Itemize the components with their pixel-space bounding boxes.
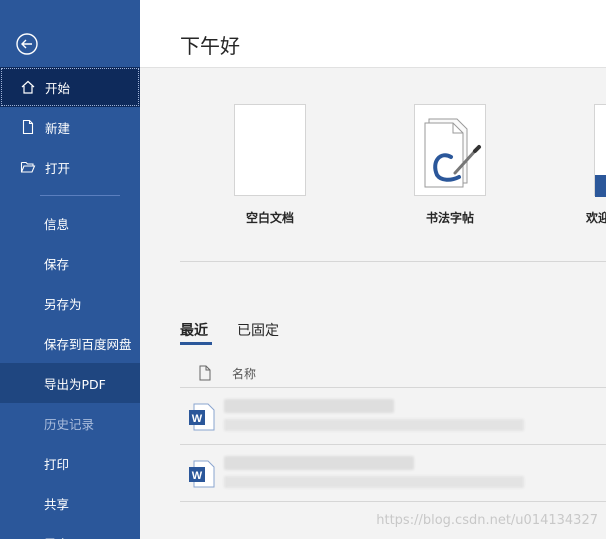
nav-home[interactable]: 开始 bbox=[0, 67, 140, 107]
tab-underline bbox=[180, 342, 212, 345]
backstage-main: 下午好 空白文档 书法字帖 欢迎 最近 已固定 名称 W W bbox=[140, 0, 606, 539]
nav-new[interactable]: 新建 bbox=[0, 107, 140, 147]
nav-print[interactable]: 打印 bbox=[0, 443, 140, 483]
template-label: 欢迎 bbox=[586, 211, 606, 225]
nav-save-to-baidu[interactable]: 保存到百度网盘 bbox=[0, 323, 140, 363]
nav-share[interactable]: 共享 bbox=[0, 483, 140, 523]
nav-save-as-label: 另存为 bbox=[44, 296, 82, 312]
back-icon[interactable] bbox=[15, 32, 39, 56]
tab-pinned[interactable]: 已固定 bbox=[237, 320, 279, 340]
template-label: 空白文档 bbox=[245, 211, 294, 225]
home-icon bbox=[19, 78, 37, 96]
nav-info-label: 信息 bbox=[44, 216, 70, 232]
template-calligraphy[interactable]: 书法字帖 bbox=[414, 104, 486, 226]
nav-open-label: 打开 bbox=[45, 160, 71, 176]
calligraphy-thumbnail bbox=[414, 104, 486, 196]
template-welcome[interactable]: 欢迎 bbox=[586, 104, 606, 226]
file-type-icon bbox=[198, 365, 212, 385]
nav-history: 历史记录 bbox=[0, 403, 140, 443]
blurred-file-name bbox=[224, 399, 394, 413]
column-name-header[interactable]: 名称 bbox=[232, 365, 256, 382]
file-row[interactable]: W bbox=[180, 446, 606, 502]
nav-new-label: 新建 bbox=[45, 120, 71, 136]
blurred-file-path bbox=[224, 476, 524, 488]
svg-text:W: W bbox=[192, 413, 203, 425]
welcome-thumb-band bbox=[595, 175, 606, 197]
nav-save[interactable]: 保存 bbox=[0, 243, 140, 283]
watermark-text: https://blog.csdn.net/u014134327 bbox=[376, 513, 598, 528]
section-divider bbox=[180, 261, 606, 262]
file-row[interactable]: W bbox=[180, 389, 606, 445]
template-label: 书法字帖 bbox=[425, 211, 474, 225]
nav-export-pdf-label: 导出为PDF bbox=[44, 376, 106, 392]
svg-text:W: W bbox=[192, 470, 203, 482]
open-folder-icon bbox=[19, 158, 37, 176]
template-thumbnail bbox=[234, 104, 306, 196]
word-document-icon: W bbox=[188, 459, 216, 493]
header: 下午好 bbox=[140, 0, 606, 68]
nav-export[interactable]: 导出 bbox=[0, 523, 140, 539]
nav-share-label: 共享 bbox=[44, 496, 70, 512]
nav-save-label: 保存 bbox=[44, 256, 70, 272]
new-document-icon bbox=[19, 118, 37, 136]
nav-export-label: 导出 bbox=[44, 534, 69, 539]
calligraphy-icon bbox=[424, 118, 481, 188]
nav-home-label: 开始 bbox=[45, 80, 71, 96]
nav-history-label: 历史记录 bbox=[44, 416, 95, 432]
nav-save-to-baidu-label: 保存到百度网盘 bbox=[44, 336, 132, 352]
blurred-file-name bbox=[224, 456, 414, 470]
nav-export-pdf[interactable]: 导出为PDF bbox=[0, 363, 140, 403]
file-list-header: 名称 bbox=[180, 360, 606, 388]
sidebar-divider bbox=[40, 195, 120, 196]
word-document-icon: W bbox=[188, 402, 216, 436]
nav-print-label: 打印 bbox=[44, 456, 70, 472]
greeting-title: 下午好 bbox=[180, 34, 240, 58]
welcome-thumbnail bbox=[594, 104, 606, 197]
template-blank-document[interactable]: 空白文档 bbox=[234, 104, 306, 226]
tab-recent[interactable]: 最近 bbox=[180, 320, 208, 340]
nav-save-as[interactable]: 另存为 bbox=[0, 283, 140, 323]
backstage-sidebar: 开始 新建 打开 信息 保存 另存为 保存到百度网盘 导出为PDF 历史记录 打… bbox=[0, 0, 140, 539]
blurred-file-path bbox=[224, 419, 524, 431]
nav-open[interactable]: 打开 bbox=[0, 147, 140, 187]
nav-info[interactable]: 信息 bbox=[0, 203, 140, 243]
